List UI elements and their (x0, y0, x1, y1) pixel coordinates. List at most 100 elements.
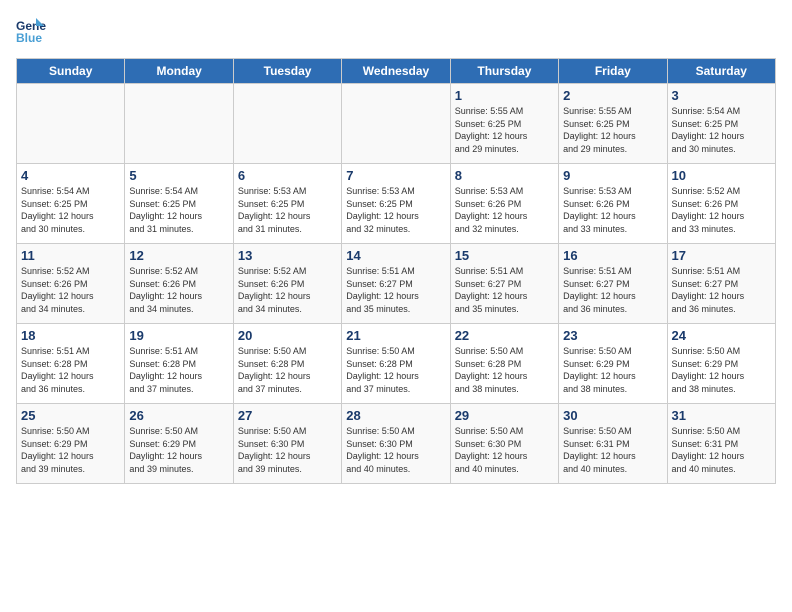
calendar-cell: 8Sunrise: 5:53 AM Sunset: 6:26 PM Daylig… (450, 164, 558, 244)
day-number: 9 (563, 168, 662, 183)
day-info: Sunrise: 5:54 AM Sunset: 6:25 PM Dayligh… (672, 105, 771, 155)
calendar-cell: 1 Sunrise: 5:55 AM Sunset: 6:25 PM Daylig… (450, 84, 558, 164)
calendar-cell: 19 Sunrise: 5:51 AM Sunset: 6:28 PM Dayli… (125, 324, 233, 404)
day-info: Sunrise: 5:50 AM Sunset: 6:28 PM Dayligh… (238, 345, 337, 395)
day-number: 30 (563, 408, 662, 423)
weekday-header-sunday: Sunday (17, 59, 125, 84)
calendar-cell: 10Sunrise: 5:52 AM Sunset: 6:26 PM Dayli… (667, 164, 775, 244)
week-row-5: 25 Sunrise: 5:50 AM Sunset: 6:29 PM Dayli… (17, 404, 776, 484)
calendar-cell: 22Sunrise: 5:50 AM Sunset: 6:28 PM Dayli… (450, 324, 558, 404)
calendar-cell: 12Sunrise: 5:52 AM Sunset: 6:26 PM Dayli… (125, 244, 233, 324)
day-info: Sunrise: 5:53 AM Sunset: 6:25 PM Dayligh… (346, 185, 445, 235)
calendar-cell: 2Sunrise: 5:55 AM Sunset: 6:25 PM Daylig… (559, 84, 667, 164)
calendar-cell: 4Sunrise: 5:54 AM Sunset: 6:25 PM Daylig… (17, 164, 125, 244)
calendar-cell: 18Sunrise: 5:51 AM Sunset: 6:28 PM Dayli… (17, 324, 125, 404)
day-info: Sunrise: 5:50 AM Sunset: 6:29 PM Dayligh… (129, 425, 228, 475)
day-number: 3 (672, 88, 771, 103)
day-number: 28 (346, 408, 445, 423)
weekday-header-wednesday: Wednesday (342, 59, 450, 84)
calendar-cell: 26 Sunrise: 5:50 AM Sunset: 6:29 PM Dayli… (125, 404, 233, 484)
day-info: Sunrise: 5:54 AM Sunset: 6:25 PM Dayligh… (129, 185, 228, 235)
calendar-cell: 15 Sunrise: 5:51 AM Sunset: 6:27 PM Dayli… (450, 244, 558, 324)
calendar-cell: 7 Sunrise: 5:53 AM Sunset: 6:25 PM Daylig… (342, 164, 450, 244)
day-number: 29 (455, 408, 554, 423)
calendar-cell: 28 Sunrise: 5:50 AM Sunset: 6:30 PM Dayli… (342, 404, 450, 484)
week-row-3: 11 Sunrise: 5:52 AM Sunset: 6:26 PM Dayli… (17, 244, 776, 324)
day-info: Sunrise: 5:51 AM Sunset: 6:28 PM Dayligh… (129, 345, 228, 395)
calendar-cell: 20 Sunrise: 5:50 AM Sunset: 6:28 PM Dayli… (233, 324, 341, 404)
day-number: 25 (21, 408, 120, 423)
calendar-table: SundayMondayTuesdayWednesdayThursdayFrid… (16, 58, 776, 484)
calendar-cell: 6 Sunrise: 5:53 AM Sunset: 6:25 PM Daylig… (233, 164, 341, 244)
calendar-cell: 31 Sunrise: 5:50 AM Sunset: 6:31 PM Dayli… (667, 404, 775, 484)
day-number: 26 (129, 408, 228, 423)
day-number: 19 (129, 328, 228, 343)
day-info: Sunrise: 5:54 AM Sunset: 6:25 PM Dayligh… (21, 185, 120, 235)
calendar-cell: 9Sunrise: 5:53 AM Sunset: 6:26 PM Daylig… (559, 164, 667, 244)
weekday-header-tuesday: Tuesday (233, 59, 341, 84)
day-info: Sunrise: 5:50 AM Sunset: 6:30 PM Dayligh… (238, 425, 337, 475)
calendar-cell: 11 Sunrise: 5:52 AM Sunset: 6:26 PM Dayli… (17, 244, 125, 324)
day-number: 31 (672, 408, 771, 423)
calendar-cell: 16 Sunrise: 5:51 AM Sunset: 6:27 PM Dayli… (559, 244, 667, 324)
weekday-header-friday: Friday (559, 59, 667, 84)
day-number: 14 (346, 248, 445, 263)
calendar-cell: 24 Sunrise: 5:50 AM Sunset: 6:29 PM Dayli… (667, 324, 775, 404)
calendar-cell: 30Sunrise: 5:50 AM Sunset: 6:31 PM Dayli… (559, 404, 667, 484)
day-info: Sunrise: 5:55 AM Sunset: 6:25 PM Dayligh… (455, 105, 554, 155)
week-row-2: 4Sunrise: 5:54 AM Sunset: 6:25 PM Daylig… (17, 164, 776, 244)
calendar-cell: 3 Sunrise: 5:54 AM Sunset: 6:25 PM Daylig… (667, 84, 775, 164)
calendar-cell: 27 Sunrise: 5:50 AM Sunset: 6:30 PM Dayli… (233, 404, 341, 484)
logo: General Blue (16, 16, 50, 46)
calendar-cell: 23 Sunrise: 5:50 AM Sunset: 6:29 PM Dayli… (559, 324, 667, 404)
day-info: Sunrise: 5:53 AM Sunset: 6:25 PM Dayligh… (238, 185, 337, 235)
day-number: 7 (346, 168, 445, 183)
weekday-header-saturday: Saturday (667, 59, 775, 84)
day-info: Sunrise: 5:51 AM Sunset: 6:27 PM Dayligh… (672, 265, 771, 315)
day-info: Sunrise: 5:52 AM Sunset: 6:26 PM Dayligh… (238, 265, 337, 315)
day-number: 27 (238, 408, 337, 423)
calendar-cell: 25 Sunrise: 5:50 AM Sunset: 6:29 PM Dayli… (17, 404, 125, 484)
day-number: 13 (238, 248, 337, 263)
logo-icon: General Blue (16, 16, 46, 46)
week-row-1: 1 Sunrise: 5:55 AM Sunset: 6:25 PM Daylig… (17, 84, 776, 164)
day-number: 10 (672, 168, 771, 183)
calendar-cell (342, 84, 450, 164)
calendar-cell: 14Sunrise: 5:51 AM Sunset: 6:27 PM Dayli… (342, 244, 450, 324)
calendar-cell: 17 Sunrise: 5:51 AM Sunset: 6:27 PM Dayli… (667, 244, 775, 324)
weekday-header-thursday: Thursday (450, 59, 558, 84)
day-info: Sunrise: 5:50 AM Sunset: 6:29 PM Dayligh… (563, 345, 662, 395)
day-number: 2 (563, 88, 662, 103)
day-number: 1 (455, 88, 554, 103)
day-number: 23 (563, 328, 662, 343)
day-info: Sunrise: 5:51 AM Sunset: 6:28 PM Dayligh… (21, 345, 120, 395)
calendar-cell: 29 Sunrise: 5:50 AM Sunset: 6:30 PM Dayli… (450, 404, 558, 484)
day-info: Sunrise: 5:51 AM Sunset: 6:27 PM Dayligh… (563, 265, 662, 315)
day-info: Sunrise: 5:50 AM Sunset: 6:29 PM Dayligh… (21, 425, 120, 475)
page-header: General Blue (16, 16, 776, 46)
day-info: Sunrise: 5:50 AM Sunset: 6:30 PM Dayligh… (455, 425, 554, 475)
calendar-cell: 5Sunrise: 5:54 AM Sunset: 6:25 PM Daylig… (125, 164, 233, 244)
calendar-cell: 21 Sunrise: 5:50 AM Sunset: 6:28 PM Dayli… (342, 324, 450, 404)
day-number: 12 (129, 248, 228, 263)
day-number: 20 (238, 328, 337, 343)
day-info: Sunrise: 5:50 AM Sunset: 6:28 PM Dayligh… (346, 345, 445, 395)
calendar-cell: 13 Sunrise: 5:52 AM Sunset: 6:26 PM Dayli… (233, 244, 341, 324)
calendar-cell (233, 84, 341, 164)
day-number: 17 (672, 248, 771, 263)
day-info: Sunrise: 5:51 AM Sunset: 6:27 PM Dayligh… (455, 265, 554, 315)
day-number: 11 (21, 248, 120, 263)
day-number: 16 (563, 248, 662, 263)
day-number: 21 (346, 328, 445, 343)
weekday-header-monday: Monday (125, 59, 233, 84)
day-info: Sunrise: 5:50 AM Sunset: 6:29 PM Dayligh… (672, 345, 771, 395)
day-number: 24 (672, 328, 771, 343)
day-number: 6 (238, 168, 337, 183)
day-info: Sunrise: 5:52 AM Sunset: 6:26 PM Dayligh… (21, 265, 120, 315)
day-number: 22 (455, 328, 554, 343)
week-row-4: 18Sunrise: 5:51 AM Sunset: 6:28 PM Dayli… (17, 324, 776, 404)
day-number: 15 (455, 248, 554, 263)
day-info: Sunrise: 5:50 AM Sunset: 6:31 PM Dayligh… (672, 425, 771, 475)
day-info: Sunrise: 5:50 AM Sunset: 6:30 PM Dayligh… (346, 425, 445, 475)
calendar-cell (17, 84, 125, 164)
